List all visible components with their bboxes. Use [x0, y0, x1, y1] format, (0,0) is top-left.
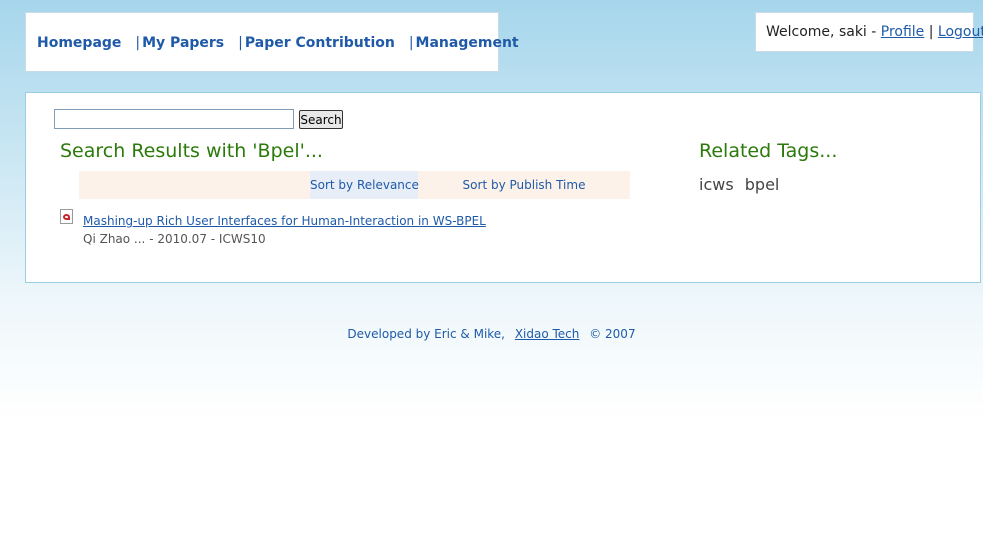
- sort-by-publish-time[interactable]: Sort by Publish Time: [449, 171, 599, 199]
- pdf-icon[interactable]: [60, 209, 73, 224]
- user-divider: |: [924, 24, 938, 40]
- footer-developed-by: Developed by Eric & Mike,: [347, 327, 505, 341]
- nav-my-papers[interactable]: My Papers: [142, 35, 224, 51]
- tag-icws[interactable]: icws: [699, 175, 734, 194]
- nav-homepage[interactable]: Homepage: [37, 35, 121, 51]
- tag-bpel[interactable]: bpel: [745, 175, 780, 194]
- user-info: Welcome, saki - Profile | Logout: [766, 24, 983, 40]
- related-tags-list: icws bpel: [699, 175, 785, 194]
- sort-by-relevance[interactable]: Sort by Relevance: [310, 171, 419, 199]
- result-title-link[interactable]: Mashing-up Rich User Interfaces for Huma…: [83, 214, 486, 228]
- nav-separator: |: [408, 35, 414, 51]
- sort-bar: Sort by Relevance Sort by Publish Time: [79, 171, 630, 199]
- related-tags-title: Related Tags...: [699, 140, 838, 162]
- profile-link[interactable]: Profile: [881, 24, 925, 40]
- user-panel: Welcome, saki - Profile | Logout: [755, 12, 983, 52]
- nav-separator: |: [135, 35, 141, 51]
- welcome-text: Welcome, saki -: [766, 24, 881, 40]
- nav-separator: |: [238, 35, 243, 51]
- logout-link[interactable]: Logout: [938, 24, 983, 40]
- nav-paper-contribution[interactable]: Paper Contribution: [245, 35, 395, 51]
- results-title: Search Results with 'Bpel'...: [60, 140, 323, 162]
- nav-management[interactable]: Management: [416, 35, 519, 51]
- footer-copyright: © 2007: [589, 327, 636, 341]
- top-nav-panel: Homepage | My Papers | Paper Contribution | Ma…: [25, 12, 519, 72]
- footer-company-link[interactable]: Xidao Tech: [515, 327, 580, 341]
- result-meta: Qi Zhao ... - 2010.07 - ICWS10: [83, 232, 266, 246]
- main-nav: Homepage | My Papers | Paper Contribution | Ma…: [37, 35, 519, 51]
- search-input[interactable]: [54, 109, 294, 129]
- footer: Developed by Eric & Mike, Xidao Tech © 2…: [0, 327, 983, 341]
- search-button[interactable]: Search: [299, 110, 343, 129]
- main-content-panel: Search Search Results with 'Bpel'... Sor…: [25, 92, 981, 283]
